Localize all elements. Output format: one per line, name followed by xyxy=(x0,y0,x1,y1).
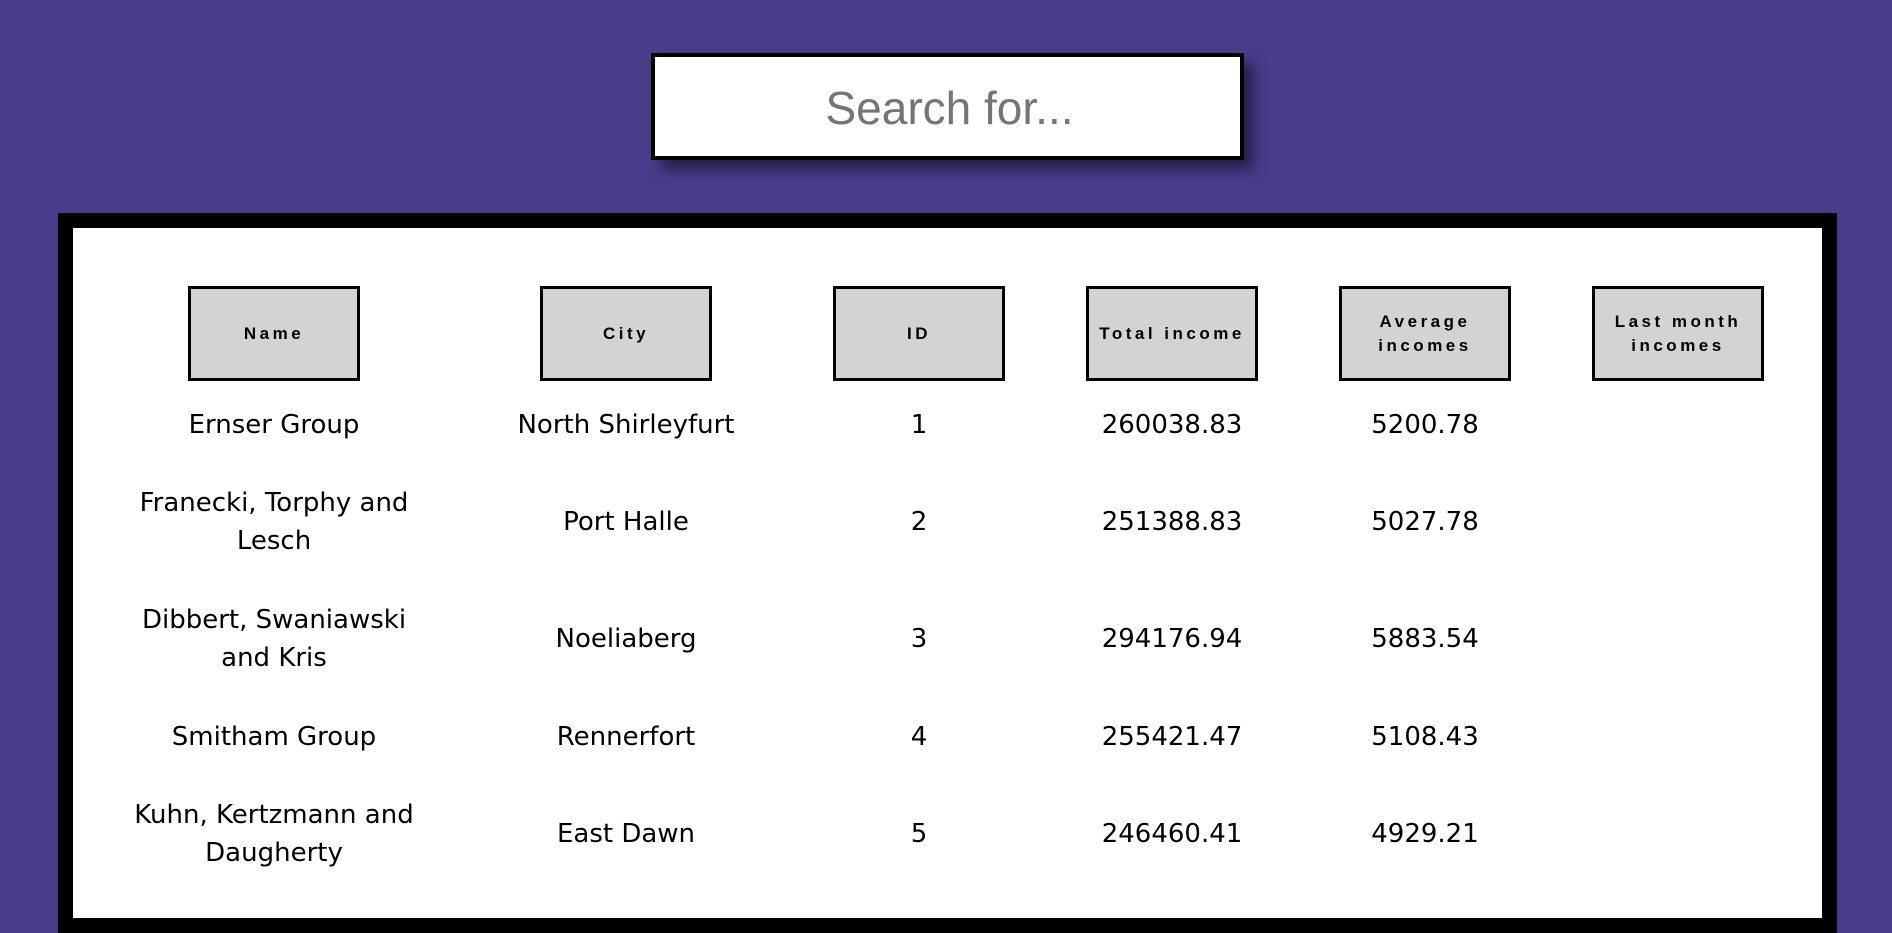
cell-name: Smitham Group xyxy=(171,722,377,752)
cell-city: Noeliaberg xyxy=(555,624,697,654)
cell-average-incomes: 5108.43 xyxy=(1371,722,1479,752)
cell-average-incomes: 5200.78 xyxy=(1371,410,1479,440)
column-header-total-income[interactable]: Total income xyxy=(1086,286,1258,381)
column-header-id[interactable]: ID xyxy=(833,286,1005,381)
column-header-last-month-incomes[interactable]: Last month incomes xyxy=(1592,286,1764,381)
cell-city: North Shirleyfurt xyxy=(517,410,735,440)
search-input[interactable] xyxy=(655,57,1244,158)
data-table: Name City ID Total income Average income… xyxy=(58,213,1837,933)
cell-average-incomes: 5027.78 xyxy=(1371,507,1479,537)
column-header-city[interactable]: City xyxy=(540,286,712,381)
cell-city: Port Halle xyxy=(563,507,689,537)
cell-name: Ernser Group xyxy=(188,410,360,440)
cell-name: Franecki, Torphy and Lesch xyxy=(139,488,409,556)
search-box[interactable] xyxy=(651,53,1244,160)
cell-city: East Dawn xyxy=(556,819,696,849)
cell-name: Kuhn, Kertzmann and Daugherty xyxy=(134,800,414,868)
column-header-name[interactable]: Name xyxy=(188,286,360,381)
cell-average-incomes: 4929.21 xyxy=(1371,819,1479,849)
cell-city: Rennerfort xyxy=(556,722,696,752)
cell-name: Dibbert, Swaniawski and Kris xyxy=(141,605,407,673)
cell-average-incomes: 5883.54 xyxy=(1371,624,1479,654)
column-header-average-incomes[interactable]: Average incomes xyxy=(1339,286,1511,381)
